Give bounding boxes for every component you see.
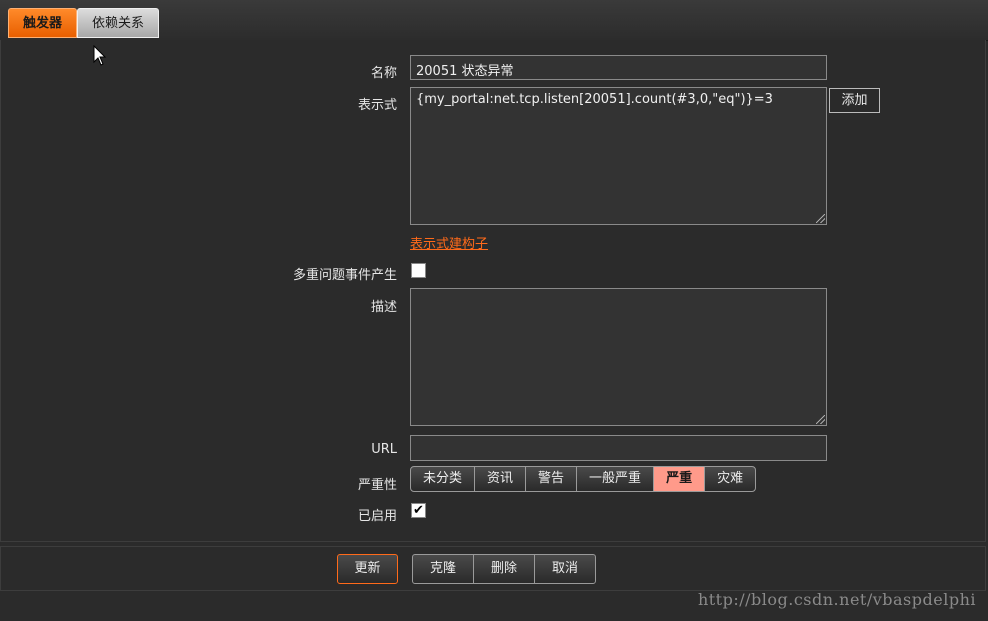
delete-button[interactable]: 删除 <box>473 554 535 584</box>
enabled-label: 已启用 <box>357 509 397 524</box>
tab-bar: 触发器 依赖关系 <box>0 0 988 41</box>
name-input[interactable]: 20051 状态异常 <box>410 55 827 80</box>
clone-button[interactable]: 克隆 <box>412 554 474 584</box>
watermark-text: http://blog.csdn.net/vbaspdelphi <box>697 590 976 609</box>
expression-textarea[interactable]: {my_portal:net.tcp.listen[20051].count(#… <box>410 87 827 225</box>
form-footer: 更新 克隆 删除 取消 <box>0 546 986 591</box>
add-button[interactable]: 添加 <box>829 88 880 113</box>
severity-average[interactable]: 一般严重 <box>576 466 655 492</box>
name-label: 名称 <box>370 66 397 81</box>
mouse-pointer-icon <box>93 45 107 66</box>
severity-information[interactable]: 资讯 <box>474 466 527 492</box>
url-label: URL <box>371 442 397 457</box>
expression-builder-link[interactable]: 表示式建构子 <box>410 233 488 252</box>
url-input[interactable] <box>410 435 827 461</box>
expression-text: {my_portal:net.tcp.listen[20051].count(#… <box>416 92 773 107</box>
severity-not-classified[interactable]: 未分类 <box>410 466 476 492</box>
multiple-events-checkbox[interactable] <box>411 263 426 278</box>
enabled-checkbox[interactable]: ✔ <box>411 503 426 518</box>
resize-grip-icon[interactable] <box>816 214 825 223</box>
resize-grip-icon[interactable] <box>816 415 825 424</box>
multiple-events-label: 多重问题事件产生 <box>292 268 397 283</box>
expression-label: 表示式 <box>357 98 397 113</box>
severity-disaster[interactable]: 灾难 <box>704 466 757 492</box>
description-textarea[interactable] <box>410 288 827 426</box>
tab-triggers[interactable]: 触发器 <box>8 8 78 38</box>
checkmark-icon: ✔ <box>413 503 424 518</box>
update-button[interactable]: 更新 <box>337 554 398 584</box>
description-label: 描述 <box>370 300 397 315</box>
severity-selector: 未分类 资讯 警告 一般严重 严重 灾难 <box>410 466 757 492</box>
severity-warning[interactable]: 警告 <box>525 466 578 492</box>
cancel-button[interactable]: 取消 <box>534 554 596 584</box>
severity-high[interactable]: 严重 <box>653 466 706 492</box>
severity-label: 严重性 <box>357 478 397 493</box>
tab-dependencies[interactable]: 依赖关系 <box>77 8 160 38</box>
